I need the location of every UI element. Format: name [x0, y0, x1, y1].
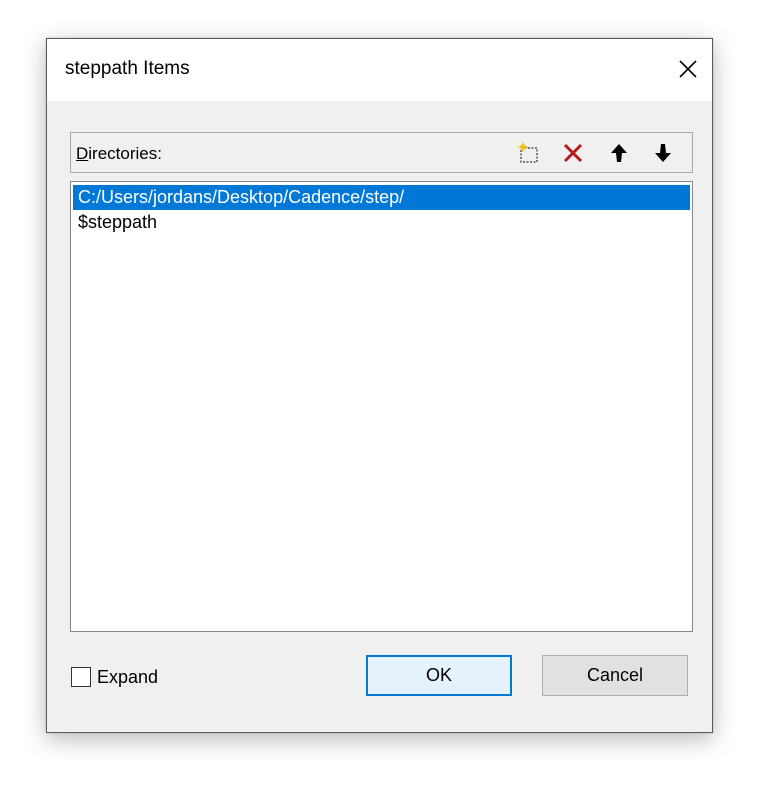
dialog-title: steppath Items [65, 58, 190, 79]
cancel-button[interactable]: Cancel [542, 655, 688, 696]
move-down-icon [655, 144, 671, 162]
expand-checkbox[interactable] [71, 667, 91, 687]
list-item[interactable]: $steppath [73, 210, 690, 235]
directories-label: Directories: [76, 144, 162, 163]
new-folder-icon [518, 142, 538, 163]
close-icon [679, 60, 697, 78]
expand-option[interactable]: Expand [71, 665, 158, 689]
move-up-icon [611, 144, 627, 162]
ok-button[interactable]: OK [366, 655, 512, 696]
steppath-items-dialog: steppath Items Directories: C:/Users/jor… [46, 38, 713, 733]
title-bar: steppath Items [47, 39, 712, 101]
new-folder-button[interactable] [515, 139, 543, 167]
delete-icon [563, 143, 583, 163]
move-up-button[interactable] [605, 139, 633, 167]
list-item[interactable]: C:/Users/jordans/Desktop/Cadence/step/ [73, 185, 690, 210]
directories-list[interactable]: C:/Users/jordans/Desktop/Cadence/step/ $… [70, 181, 693, 632]
move-down-button[interactable] [649, 139, 677, 167]
close-button[interactable] [668, 49, 708, 89]
delete-button[interactable] [559, 139, 587, 167]
directories-header: Directories: [70, 132, 693, 173]
expand-label: Expand [97, 666, 159, 687]
